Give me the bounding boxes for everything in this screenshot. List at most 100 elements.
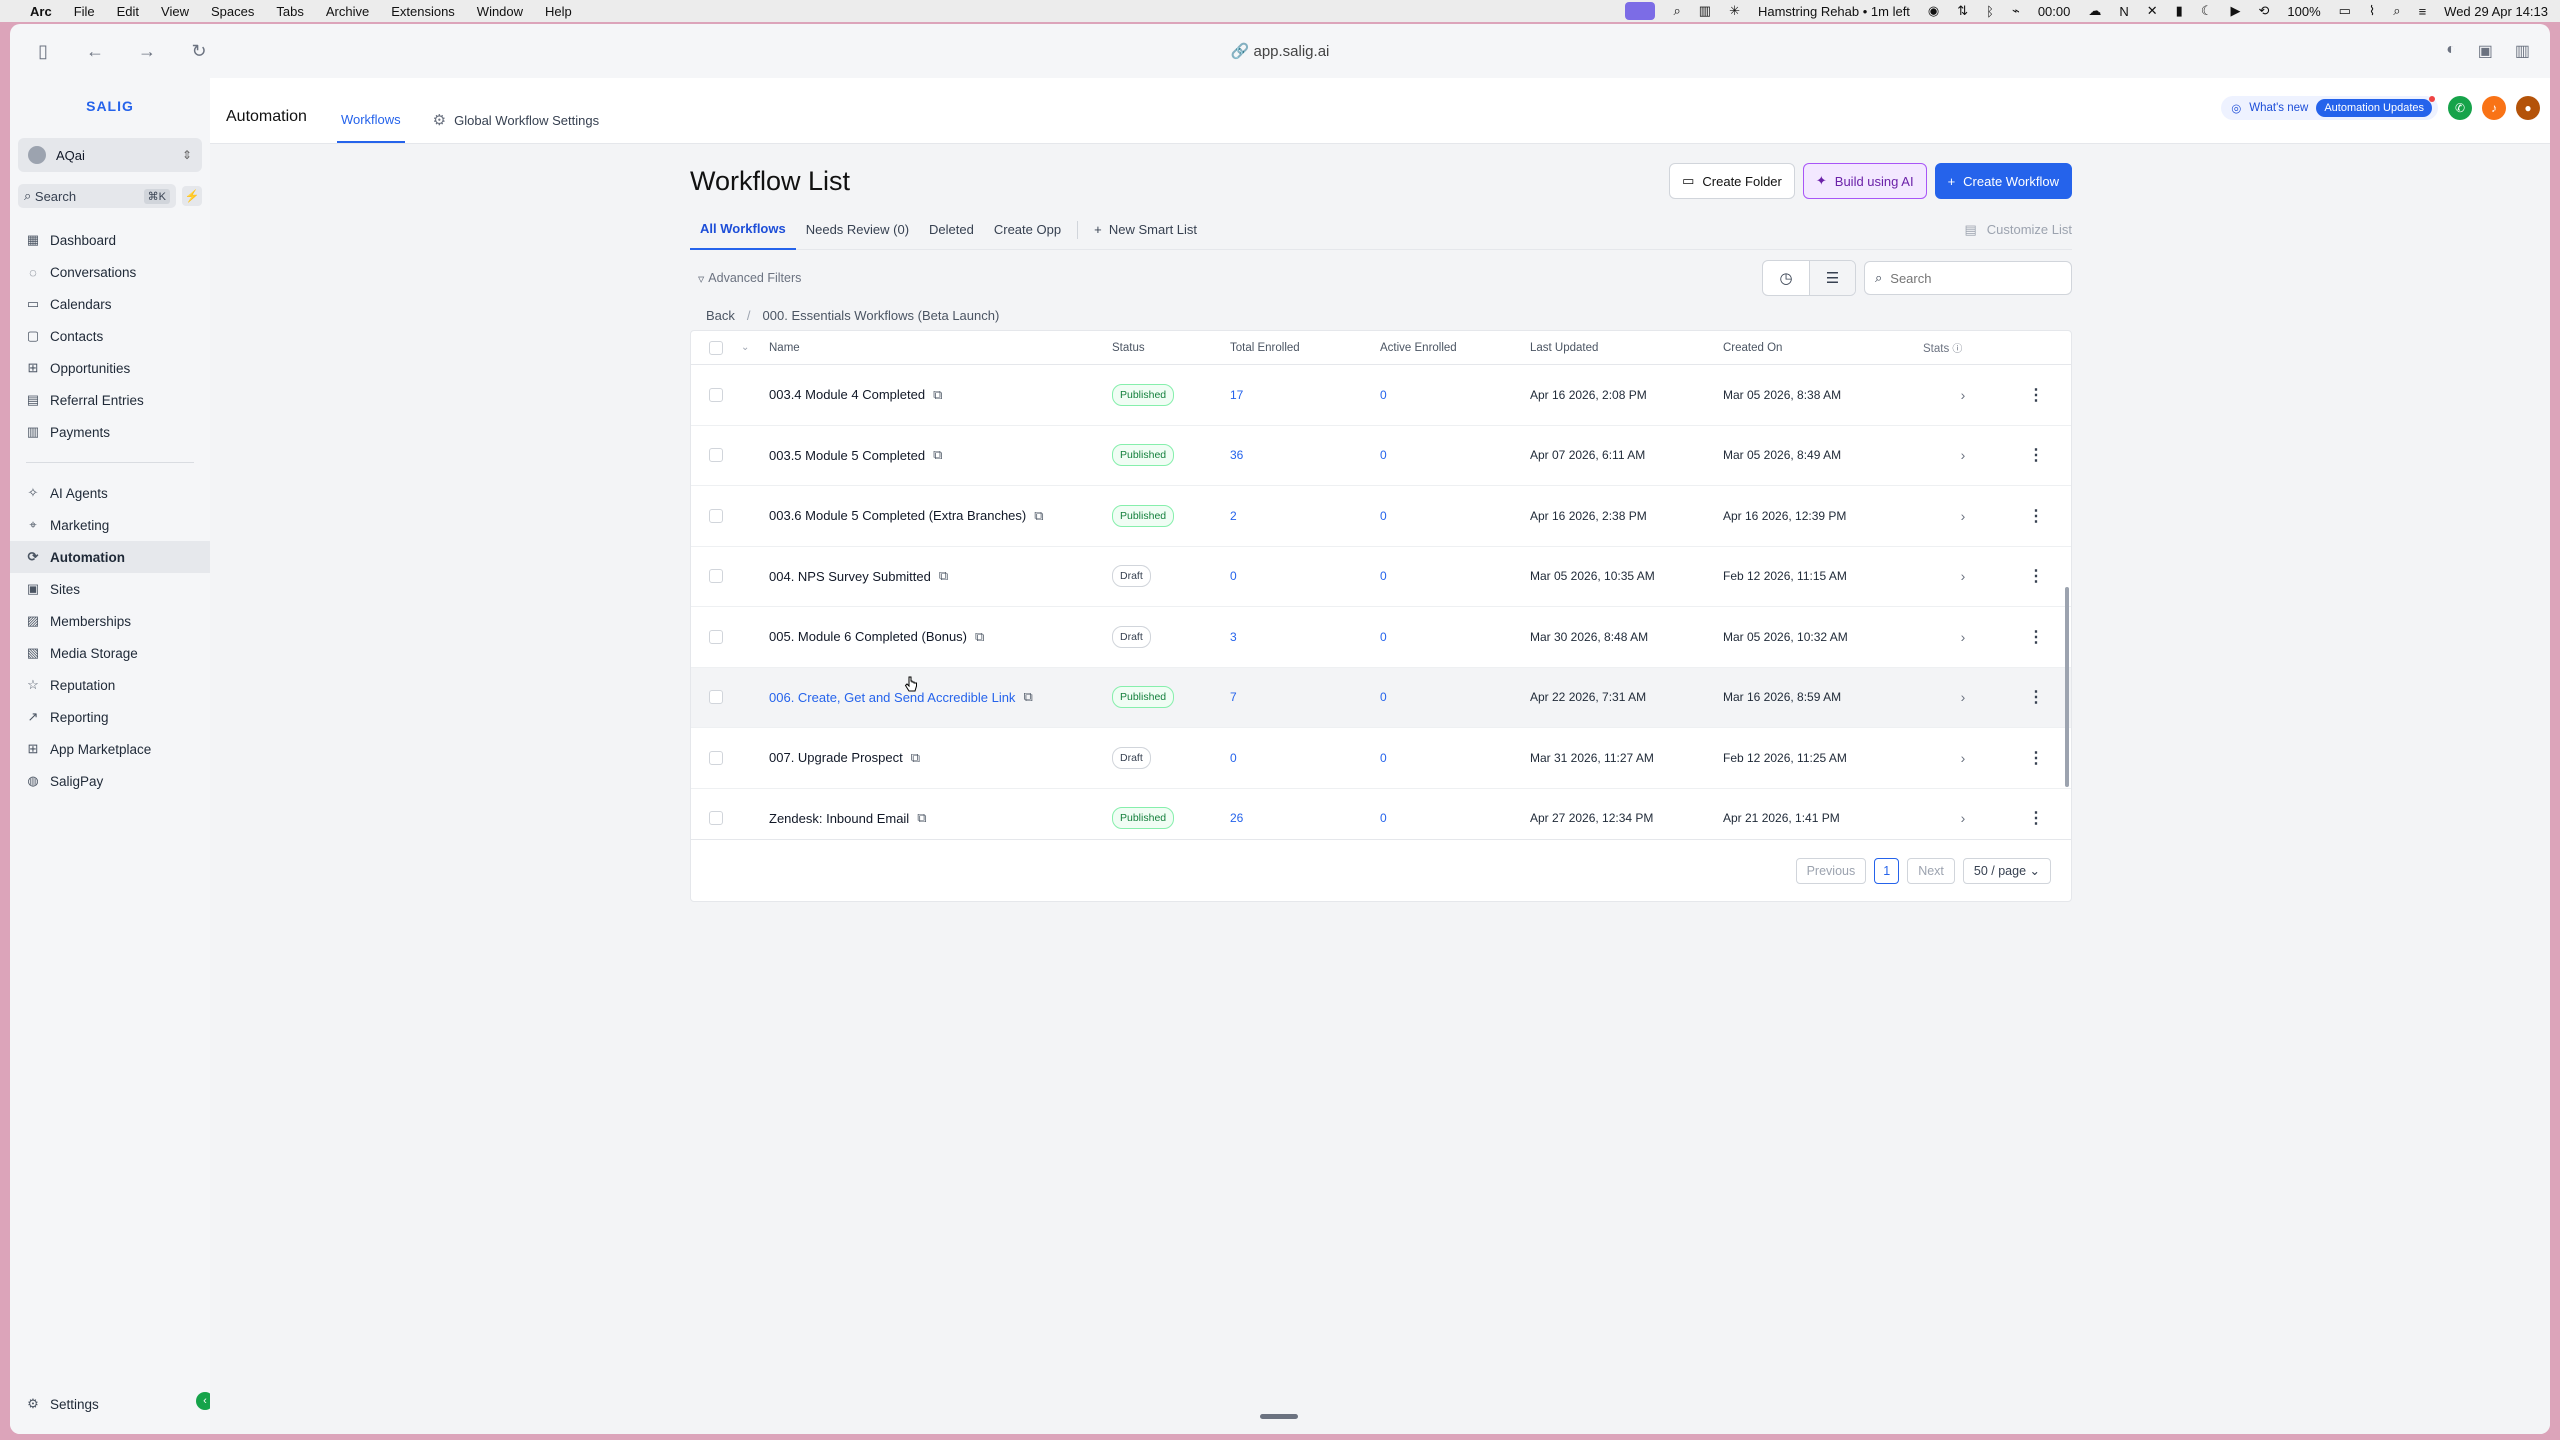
more-options-icon[interactable]: ⋮: [2003, 566, 2069, 586]
external-link-icon[interactable]: ⧉: [1023, 689, 1032, 705]
wifi-off-icon[interactable]: ⌇: [2369, 3, 2375, 19]
automation-updates-pill[interactable]: Automation Updates: [2316, 96, 2435, 117]
new-smart-list-button[interactable]: + New Smart List: [1084, 210, 1207, 250]
spotlight-icon[interactable]: ⌕: [2393, 3, 2400, 19]
workflow-name[interactable]: 004. NPS Survey Submitted: [769, 569, 931, 584]
notifications-bell-icon[interactable]: ♪: [2482, 96, 2506, 120]
external-link-icon[interactable]: ⧉: [1034, 508, 1043, 524]
phone-icon[interactable]: ✆: [2448, 96, 2472, 120]
create-folder-button[interactable]: ▭ Create Folder: [1669, 163, 1795, 199]
status-bars-icon[interactable]: ▥: [1699, 3, 1711, 19]
chevron-right-icon[interactable]: ›: [1923, 568, 2003, 584]
col-created-on[interactable]: Created On: [1723, 342, 1923, 354]
col-active-enrolled[interactable]: Active Enrolled: [1380, 342, 1530, 354]
build-using-ai-button[interactable]: ✦ Build using AI: [1802, 163, 1927, 199]
total-enrolled[interactable]: 0: [1230, 569, 1380, 583]
total-enrolled[interactable]: 36: [1230, 448, 1380, 462]
more-options-icon[interactable]: ⋮: [2003, 445, 2069, 465]
total-enrolled[interactable]: 7: [1230, 690, 1380, 704]
tab-workflows[interactable]: Workflows: [336, 112, 405, 143]
external-link-icon[interactable]: ⧉: [911, 750, 920, 766]
sidebar-item-saligpay[interactable]: ◍ SaligPay: [10, 765, 210, 797]
search-input[interactable]: [1890, 270, 2041, 286]
breadcrumb-back[interactable]: Back: [706, 308, 735, 323]
more-options-icon[interactable]: ⋮: [2003, 808, 2069, 828]
chevron-right-icon[interactable]: ›: [1923, 508, 2003, 524]
status-timer[interactable]: Hamstring Rehab • 1m left: [1758, 4, 1910, 19]
screen-share-icon[interactable]: [1625, 2, 1656, 20]
row-checkbox[interactable]: [709, 448, 723, 463]
list-view-icon[interactable]: ☰: [1809, 261, 1855, 295]
workflow-search[interactable]: ⌕: [1864, 261, 2072, 295]
customize-list-button[interactable]: ▤ Customize List: [1964, 222, 2072, 238]
sidebar-item-referral[interactable]: ▤ Referral Entries: [10, 384, 210, 416]
more-options-icon[interactable]: ⋮: [2003, 627, 2069, 647]
row-checkbox[interactable]: [709, 387, 723, 402]
chevron-right-icon[interactable]: ›: [1923, 689, 2003, 705]
external-link-icon[interactable]: ⧉: [933, 387, 942, 403]
sidebar-item-payments[interactable]: ▥ Payments: [10, 416, 210, 448]
clock-icon[interactable]: ◷: [1763, 261, 1809, 295]
status-loop[interactable]: 00:00: [2038, 4, 2071, 19]
lightning-icon[interactable]: ⚡: [182, 186, 202, 206]
url-bar[interactable]: 🔗 app.salig.ai: [10, 42, 2550, 60]
workflow-name[interactable]: 006. Create, Get and Send Accredible Lin…: [769, 690, 1015, 705]
sidebar-item-settings[interactable]: ⚙ Settings: [10, 1388, 210, 1420]
page-1-button[interactable]: 1: [1874, 857, 1900, 884]
external-link-icon[interactable]: ⧉: [917, 810, 926, 826]
next-page-button[interactable]: Next: [1907, 857, 1955, 884]
status-play-icon[interactable]: ▶: [2230, 3, 2240, 19]
table-row[interactable]: 007. Upgrade Prospect ⧉ Draft 0 0 Mar 31 2026…: [691, 728, 2071, 789]
sidebar-item-calendar[interactable]: ▭ Calendars: [10, 288, 210, 320]
menu-file[interactable]: File: [74, 4, 95, 19]
battery-label[interactable]: 100%: [2287, 4, 2320, 19]
status-usb-icon[interactable]: ⌁: [2012, 3, 2020, 19]
sidebar-item-sites[interactable]: ▣ Sites: [10, 573, 210, 605]
total-enrolled[interactable]: 26: [1230, 811, 1380, 825]
tab-needs-review[interactable]: Needs Review (0): [796, 210, 919, 250]
sidebar-item-memberships[interactable]: ▨ Memberships: [10, 605, 210, 637]
more-options-icon[interactable]: ⋮: [2003, 687, 2069, 707]
menu-archive[interactable]: Archive: [326, 4, 369, 19]
more-options-icon[interactable]: ⋮: [2003, 748, 2069, 768]
status-notion-icon[interactable]: N: [2119, 4, 2128, 19]
more-options-icon[interactable]: ⋮: [2003, 506, 2069, 526]
menu-view[interactable]: View: [161, 4, 189, 19]
chevron-right-icon[interactable]: ›: [1923, 750, 2003, 766]
row-checkbox[interactable]: [709, 750, 723, 765]
sidebar-item-automation[interactable]: ⟳ Automation: [10, 541, 210, 573]
sidebar-item-opportunities[interactable]: ⊞ Opportunities: [10, 352, 210, 384]
table-row[interactable]: 003.5 Module 5 Completed ⧉ Published 36 0 Apr…: [691, 426, 2071, 486]
active-enrolled[interactable]: 0: [1380, 509, 1530, 523]
col-name[interactable]: Name: [769, 342, 1112, 354]
active-enrolled[interactable]: 0: [1380, 569, 1530, 583]
table-row[interactable]: 004. NPS Survey Submitted ⧉ Draft 0 0 Mar 05 …: [691, 547, 2071, 607]
workflow-name[interactable]: 003.5 Module 5 Completed: [769, 448, 925, 463]
salig-logo[interactable]: SALIG: [10, 86, 210, 126]
active-enrolled[interactable]: 0: [1380, 751, 1530, 765]
menu-window[interactable]: Window: [477, 4, 523, 19]
tab-global-settings[interactable]: ⚙ Global Workflow Settings: [429, 111, 603, 143]
menu-app-name[interactable]: Arc: [30, 4, 52, 19]
user-avatar[interactable]: ●: [2516, 96, 2540, 120]
account-switcher[interactable]: AQai ⇕: [18, 138, 202, 172]
status-x-icon[interactable]: ✕: [2147, 3, 2158, 19]
sidebar-item-contacts[interactable]: ▢ Contacts: [10, 320, 210, 352]
more-options-icon[interactable]: ⋮: [2003, 385, 2069, 405]
row-checkbox[interactable]: [709, 811, 723, 826]
row-checkbox[interactable]: [709, 508, 723, 523]
control-center-icon[interactable]: ≡: [2419, 4, 2427, 19]
sidebar-item-reporting[interactable]: ↗ Reporting: [10, 701, 210, 733]
total-enrolled[interactable]: 0: [1230, 751, 1380, 765]
status-cloud-icon[interactable]: ☁: [2088, 3, 2101, 19]
page-size-select[interactable]: 50 / page ⌄: [1962, 857, 2051, 884]
total-enrolled[interactable]: 3: [1230, 630, 1380, 644]
sidebar-item-dashboard[interactable]: ▦ Dashboard: [10, 224, 210, 256]
chevron-right-icon[interactable]: ›: [1923, 447, 2003, 463]
menu-spaces[interactable]: Spaces: [211, 4, 254, 19]
tab-create-opp[interactable]: Create Opp: [984, 210, 1071, 250]
col-status[interactable]: Status: [1112, 342, 1230, 354]
chevron-right-icon[interactable]: ›: [1923, 810, 2003, 826]
select-all-checkbox[interactable]: [709, 340, 723, 355]
active-enrolled[interactable]: 0: [1380, 690, 1530, 704]
